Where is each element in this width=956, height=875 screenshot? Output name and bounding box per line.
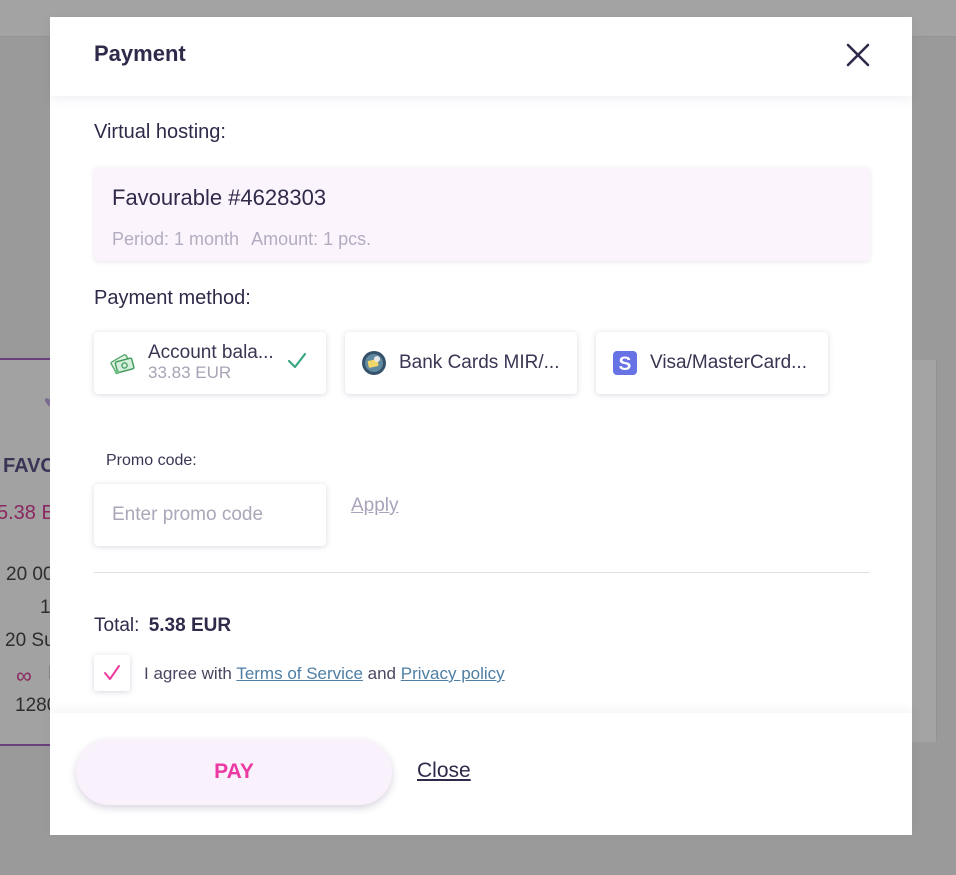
payment-method-visa-mastercard[interactable]: S Visa/MasterCard... <box>596 332 828 394</box>
svg-text:S: S <box>619 354 632 375</box>
background-row: 20 Su <box>5 630 55 651</box>
order-meta: Period: 1 month Amount: 1 pcs. <box>112 229 371 250</box>
close-icon[interactable] <box>845 42 871 68</box>
promo-code-label: Promo code: <box>106 452 197 469</box>
divider <box>94 572 870 573</box>
virtual-hosting-label: Virtual hosting: <box>94 121 226 143</box>
total-label: Total: <box>94 615 140 636</box>
modal-header: Payment <box>50 17 912 96</box>
total-value: 5.38 EUR <box>148 615 232 636</box>
checkmark-icon <box>104 665 120 680</box>
payment-method-bank-cards[interactable]: Bank Cards MIR/... <box>345 332 577 394</box>
order-summary: Favourable #4628303 Period: 1 month Amoun… <box>94 167 870 261</box>
payment-method-label: Payment method: <box>94 287 251 309</box>
apply-promo-link[interactable]: Apply <box>351 495 399 517</box>
pay-button[interactable]: PAY <box>76 739 392 805</box>
order-period: Period: 1 month <box>112 229 240 249</box>
checkmark-icon <box>286 350 308 372</box>
infinity-icon: ∞ <box>16 663 32 688</box>
agree-checkbox[interactable] <box>94 655 130 691</box>
background-plan-card-right <box>912 360 937 742</box>
promo-code-input[interactable] <box>94 484 326 546</box>
payment-method-label: Visa/MasterCard... <box>650 352 807 373</box>
cash-icon <box>110 350 136 376</box>
order-name: Favourable #4628303 <box>112 185 327 210</box>
background-plan-name: FAVO <box>3 455 56 477</box>
payment-modal: Payment Virtual hosting: Favourable #462… <box>50 17 912 835</box>
payment-method-label: Bank Cards MIR/... <box>399 352 560 373</box>
order-amount: Amount: 1 pcs. <box>251 229 372 249</box>
visa-mastercard-icon: S <box>612 350 638 376</box>
account-balance-amount: 33.83 EUR <box>148 363 232 382</box>
total: Total: 5.38 EUR <box>94 615 231 637</box>
privacy-policy-link[interactable]: Privacy policy <box>401 664 505 683</box>
terms-of-service-link[interactable]: Terms of Service <box>236 664 363 683</box>
background-plan-price: 5.38 E <box>0 502 55 524</box>
agreement-text: I agree with Terms of Service and Privac… <box>144 664 505 684</box>
modal-title: Payment <box>94 41 186 66</box>
agreement-prefix: I agree with <box>144 664 232 683</box>
bank-cards-icon <box>361 350 387 376</box>
close-link[interactable]: Close <box>417 759 471 783</box>
payment-method-account-balance[interactable]: Account bala... 33.83 EUR <box>94 332 326 394</box>
agreement-and: and <box>367 664 397 683</box>
background-row: 20 00 <box>6 564 54 585</box>
payment-method-label: Account bala... <box>148 342 274 363</box>
